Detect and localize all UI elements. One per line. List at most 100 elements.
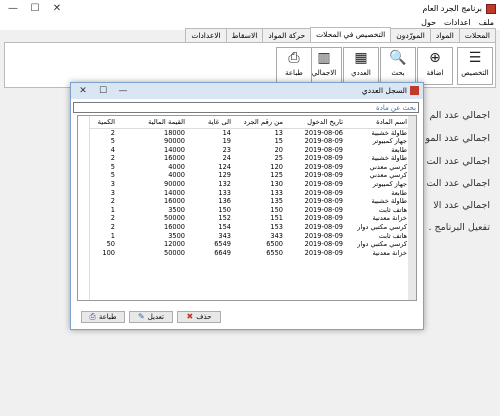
cell-entry-date: 2019-08-09	[304, 188, 343, 197]
cell-to-number: 343	[218, 231, 231, 240]
count-log-label: العددي	[351, 69, 371, 77]
col-header-value[interactable]: القيمة المالية	[118, 116, 188, 129]
tab-items[interactable]: المواد	[429, 28, 460, 42]
cell-item-name: طابعة	[391, 188, 407, 197]
table-row[interactable]: خزانة معدنية 2019-08-09 151 152 50000 2	[78, 214, 410, 223]
allocation-button[interactable]: ☰ التخصيص	[457, 47, 493, 85]
table-row[interactable]: طابعة 2019-08-09 20 23 14000 4	[78, 146, 410, 155]
cell-value: 3500	[168, 205, 185, 214]
col-header-item-name[interactable]: اسم المادة	[346, 116, 410, 129]
delete-button[interactable]: حذف ✖	[177, 311, 221, 323]
table-row[interactable]: كرسي معدني 2019-08-09 125 129 4000 5	[78, 171, 410, 180]
activation-line: تفعيل البرنامج .	[428, 222, 490, 233]
records-table: اسم المادة تاريخ الدخول من رقم الجرد الى…	[78, 116, 410, 257]
cell-from-number: 130	[270, 180, 283, 189]
cell-value: 12000	[164, 240, 185, 249]
print-button[interactable]: طباعة ⎙	[81, 311, 125, 323]
app-icon	[486, 4, 496, 14]
cell-to-number: 14	[222, 128, 231, 137]
table-row[interactable]: كرسي مكتبي دوار 2019-08-09 6500 6549 12000 50	[78, 240, 410, 249]
tab-suppliers[interactable]: المورّدون	[390, 28, 431, 42]
add-button[interactable]: ⊕ اضافة	[417, 47, 453, 85]
table-row[interactable]: هاتف ثابت 2019-08-09 150 150 3500 1	[78, 206, 410, 215]
cell-value: 4000	[168, 171, 185, 180]
cell-from-number: 343	[270, 231, 283, 240]
cell-value: 18000	[164, 128, 185, 137]
col-header-entry-date[interactable]: تاريخ الدخول	[286, 116, 346, 129]
edit-label: تعديل	[147, 313, 164, 321]
cell-from-number: 151	[270, 214, 283, 223]
cell-value: 3500	[168, 231, 185, 240]
count-log-dialog: السجل العددي — ☐ ✕ اسم المادة تاريخ الدخ…	[70, 82, 424, 330]
table-row[interactable]: طاولة خشبية 2019-08-09 135 136 16000 2	[78, 197, 410, 206]
cell-item-name: هاتف ثابت	[378, 231, 407, 240]
col-header-to-number[interactable]: الى غاية	[188, 116, 234, 129]
tab-disposal[interactable]: الاسقاط	[225, 28, 264, 42]
cell-from-number: 13	[274, 128, 283, 137]
tab-allocation[interactable]: التخصيص في المحلات	[310, 27, 392, 42]
cell-to-number: 6649	[214, 248, 231, 257]
cell-to-number: 133	[218, 188, 231, 197]
dialog-close-button[interactable]: ✕	[73, 83, 93, 99]
tab-movement[interactable]: حركة المواد	[262, 28, 312, 42]
cell-item-name: طاولة خشبية	[371, 197, 407, 206]
count-log-button[interactable]: ▦ العددي	[343, 47, 379, 85]
printer-icon: ⎙	[288, 50, 300, 66]
search-label: بحث	[391, 69, 405, 77]
vertical-scrollbar[interactable]	[408, 116, 416, 300]
cell-to-number: 6549	[214, 240, 231, 249]
table-row[interactable]: هاتف ثابت 2019-08-09 343 343 3500 1	[78, 232, 410, 241]
plus-circle-icon: ⊕	[429, 50, 441, 66]
item-search-input[interactable]	[73, 102, 419, 113]
cell-value: 16000	[164, 223, 185, 232]
cell-from-number: 25	[274, 154, 283, 163]
dialog-minimize-button[interactable]: —	[113, 83, 133, 99]
cell-entry-date: 2019-08-09	[304, 240, 343, 249]
delete-label: حذف	[196, 313, 212, 321]
cell-entry-date: 2019-08-09	[304, 223, 343, 232]
table-row[interactable]: طابعة 2019-08-09 133 133 14000 3	[78, 189, 410, 198]
table-row[interactable]: طاولة خشبية 2019-08-09 25 24 16000 2	[78, 154, 410, 163]
cell-entry-date: 2019-08-09	[304, 214, 343, 223]
table-row[interactable]: خزانة معدنية 2019-08-09 6550 6649 50000 100	[78, 249, 410, 258]
print-ribbon-button[interactable]: ⎙ طباعة	[276, 47, 312, 85]
cell-to-number: 23	[222, 145, 231, 154]
cell-value: 16000	[164, 197, 185, 206]
cell-to-number: 152	[218, 214, 231, 223]
table-row[interactable]: كرسي معدني 2019-08-09 120 124 4000 5	[78, 163, 410, 172]
add-label: اضافة	[426, 69, 444, 77]
cell-from-number: 20	[274, 145, 283, 154]
table-row[interactable]: طاولة خشبية 2019-08-06 13 14 18000 2	[78, 128, 410, 137]
cell-from-number: 133	[270, 188, 283, 197]
total-label: الاجمالي	[311, 69, 337, 77]
col-header-from-number[interactable]: من رقم الجرد	[234, 116, 286, 129]
stat-line: اجمالي عدد الت	[426, 156, 491, 167]
tab-settings[interactable]: الاعدادات	[185, 28, 227, 42]
edit-button[interactable]: تعديل ✎	[129, 311, 173, 323]
table-header-row: اسم المادة تاريخ الدخول من رقم الجرد الى…	[78, 116, 410, 129]
dialog-maximize-button[interactable]: ☐	[93, 83, 113, 99]
cell-entry-date: 2019-08-09	[304, 137, 343, 146]
cell-from-number: 15	[274, 137, 283, 146]
cell-item-name: كرسي معدني	[369, 162, 407, 171]
window-title: برنامج الجرد العام	[422, 4, 482, 13]
cell-to-number: 24	[222, 154, 231, 163]
cell-from-number: 135	[270, 197, 283, 206]
tab-shops[interactable]: المحلات	[458, 28, 496, 42]
stat-line: اجمالي عدد الا	[433, 200, 490, 211]
cell-entry-date: 2019-08-09	[304, 180, 343, 189]
cell-entry-date: 2019-08-09	[304, 248, 343, 257]
table-row[interactable]: جهاز كمبيوتر 2019-08-09 130 132 90000 3	[78, 180, 410, 189]
table-row[interactable]: كرسي مكتبي دوار 2019-08-09 153 154 16000 2	[78, 223, 410, 232]
cell-entry-date: 2019-08-06	[304, 128, 343, 137]
cell-value: 90000	[164, 180, 185, 189]
search-button[interactable]: 🔍 بحث	[380, 47, 416, 85]
cell-from-number: 125	[270, 171, 283, 180]
cell-entry-date: 2019-08-09	[304, 205, 343, 214]
print-ribbon-label: طباعة	[285, 69, 303, 77]
dialog-controls: — ☐ ✕	[73, 83, 133, 99]
cell-item-name: خزانة معدنية	[372, 214, 407, 223]
table-row[interactable]: جهاز كمبيوتر 2019-08-09 15 19 90000 5	[78, 137, 410, 146]
cell-item-name: كرسي معدني	[369, 171, 407, 180]
cell-to-number: 136	[218, 197, 231, 206]
